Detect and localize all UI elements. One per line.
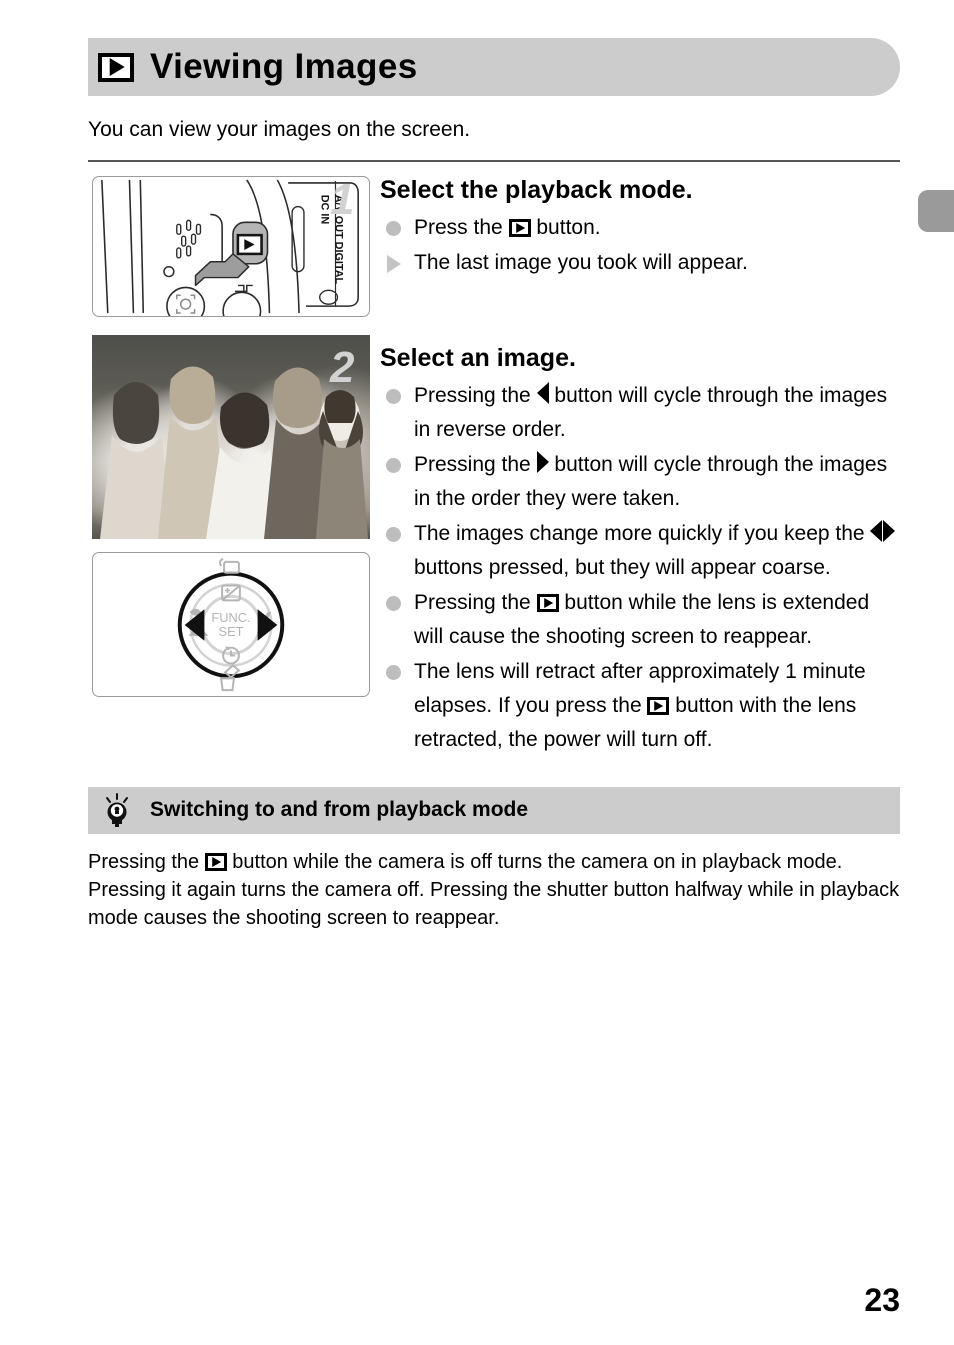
playback-button-icon bbox=[536, 593, 559, 612]
right-arrow-icon bbox=[883, 519, 896, 542]
page-number: 23 bbox=[864, 1282, 900, 1318]
playback-button-icon bbox=[98, 52, 134, 82]
bullet-text-pre: The images change more quickly if you ke… bbox=[414, 521, 871, 545]
left-arrow-icon bbox=[536, 381, 549, 404]
bullet-text-post: button. bbox=[530, 215, 601, 239]
list-item: Press the button. bbox=[380, 211, 900, 245]
divider bbox=[88, 160, 900, 162]
step-bullet-list: Pressing the button will cycle through t… bbox=[380, 379, 900, 757]
step-number: 2 bbox=[330, 342, 355, 392]
tip-text-pre: Pressing the bbox=[88, 850, 205, 873]
bullet-text-pre: Pressing the bbox=[414, 590, 537, 614]
control-dial-illustration: FUNC. SET bbox=[92, 552, 370, 697]
tip-header: Switching to and from playback mode bbox=[88, 786, 900, 834]
left-right-arrows-icon bbox=[870, 519, 896, 545]
bullet-dot-icon bbox=[386, 526, 401, 542]
tip-title: Switching to and from playback mode bbox=[150, 798, 529, 822]
manual-page: Viewing Images You can view your images … bbox=[88, 0, 900, 933]
page-title: Viewing Images bbox=[150, 47, 418, 86]
tip-body: Pressing the button while the camera is … bbox=[88, 848, 900, 933]
chapter-heading-bar: Viewing Images bbox=[88, 38, 900, 96]
intro-text: You can view your images on the screen. bbox=[88, 118, 471, 141]
list-item: The images change more quickly if you ke… bbox=[380, 517, 900, 585]
tip-box: Switching to and from playback mode Pres… bbox=[88, 786, 900, 933]
section-edge-tab bbox=[918, 190, 954, 232]
list-item: The last image you took will appear. bbox=[380, 246, 900, 280]
left-arrow-icon bbox=[870, 519, 883, 542]
bullet-text-post: buttons pressed, but they will appear co… bbox=[414, 555, 831, 579]
steps-section: DC IN A/V OUT DIGITAL FUNC. SET 1 Select… bbox=[88, 176, 900, 757]
step-1: 1 Select the playback mode. Press the bu… bbox=[330, 176, 900, 280]
step-number: 1 bbox=[330, 175, 355, 224]
bullet-dot-icon bbox=[386, 457, 401, 473]
camera-port-label-dc-in: DC IN bbox=[319, 195, 331, 225]
bullet-text-pre: Press the bbox=[414, 215, 509, 239]
display-button-icon bbox=[219, 558, 240, 574]
playback-button-icon bbox=[204, 852, 227, 871]
bullet-dot-icon bbox=[386, 595, 401, 611]
photo-image bbox=[92, 335, 370, 539]
bullet-dot-icon bbox=[386, 664, 401, 680]
bullet-text-pre: Pressing the bbox=[414, 383, 537, 407]
sample-photo-children-with-dog bbox=[92, 335, 370, 539]
step-2: 2 Select an image. Pressing the button w… bbox=[330, 343, 900, 757]
bullet-triangle-icon bbox=[387, 254, 401, 273]
list-item: Pressing the button will cycle through t… bbox=[380, 448, 900, 516]
list-item: Pressing the button will cycle through t… bbox=[380, 379, 900, 447]
list-item: Pressing the button while the lens is ex… bbox=[380, 586, 900, 654]
camera-back-playback-button-illustration: DC IN A/V OUT DIGITAL bbox=[92, 176, 370, 317]
step-title: Select the playback mode. bbox=[380, 176, 693, 204]
dial-center-label-func: FUNC. bbox=[211, 610, 250, 625]
list-item: The lens will retract after approximatel… bbox=[380, 655, 900, 757]
figure-column: DC IN A/V OUT DIGITAL FUNC. SET bbox=[92, 176, 370, 697]
playback-button-icon bbox=[647, 696, 670, 715]
lightbulb-icon bbox=[106, 793, 128, 828]
playback-button-icon bbox=[508, 218, 531, 237]
step-title: Select an image. bbox=[380, 343, 576, 372]
dial-center-label-set: SET bbox=[219, 624, 244, 639]
bullet-dot-icon bbox=[386, 388, 401, 404]
bullet-dot-icon bbox=[386, 220, 401, 236]
bullet-text-pre: Pressing the bbox=[414, 452, 537, 476]
step-bullet-list: Press the button. The last image you too… bbox=[380, 211, 900, 280]
instructions-column: 1 Select the playback mode. Press the bu… bbox=[330, 176, 900, 757]
right-arrow-icon bbox=[536, 450, 549, 473]
bullet-text: The last image you took will appear. bbox=[414, 250, 748, 274]
